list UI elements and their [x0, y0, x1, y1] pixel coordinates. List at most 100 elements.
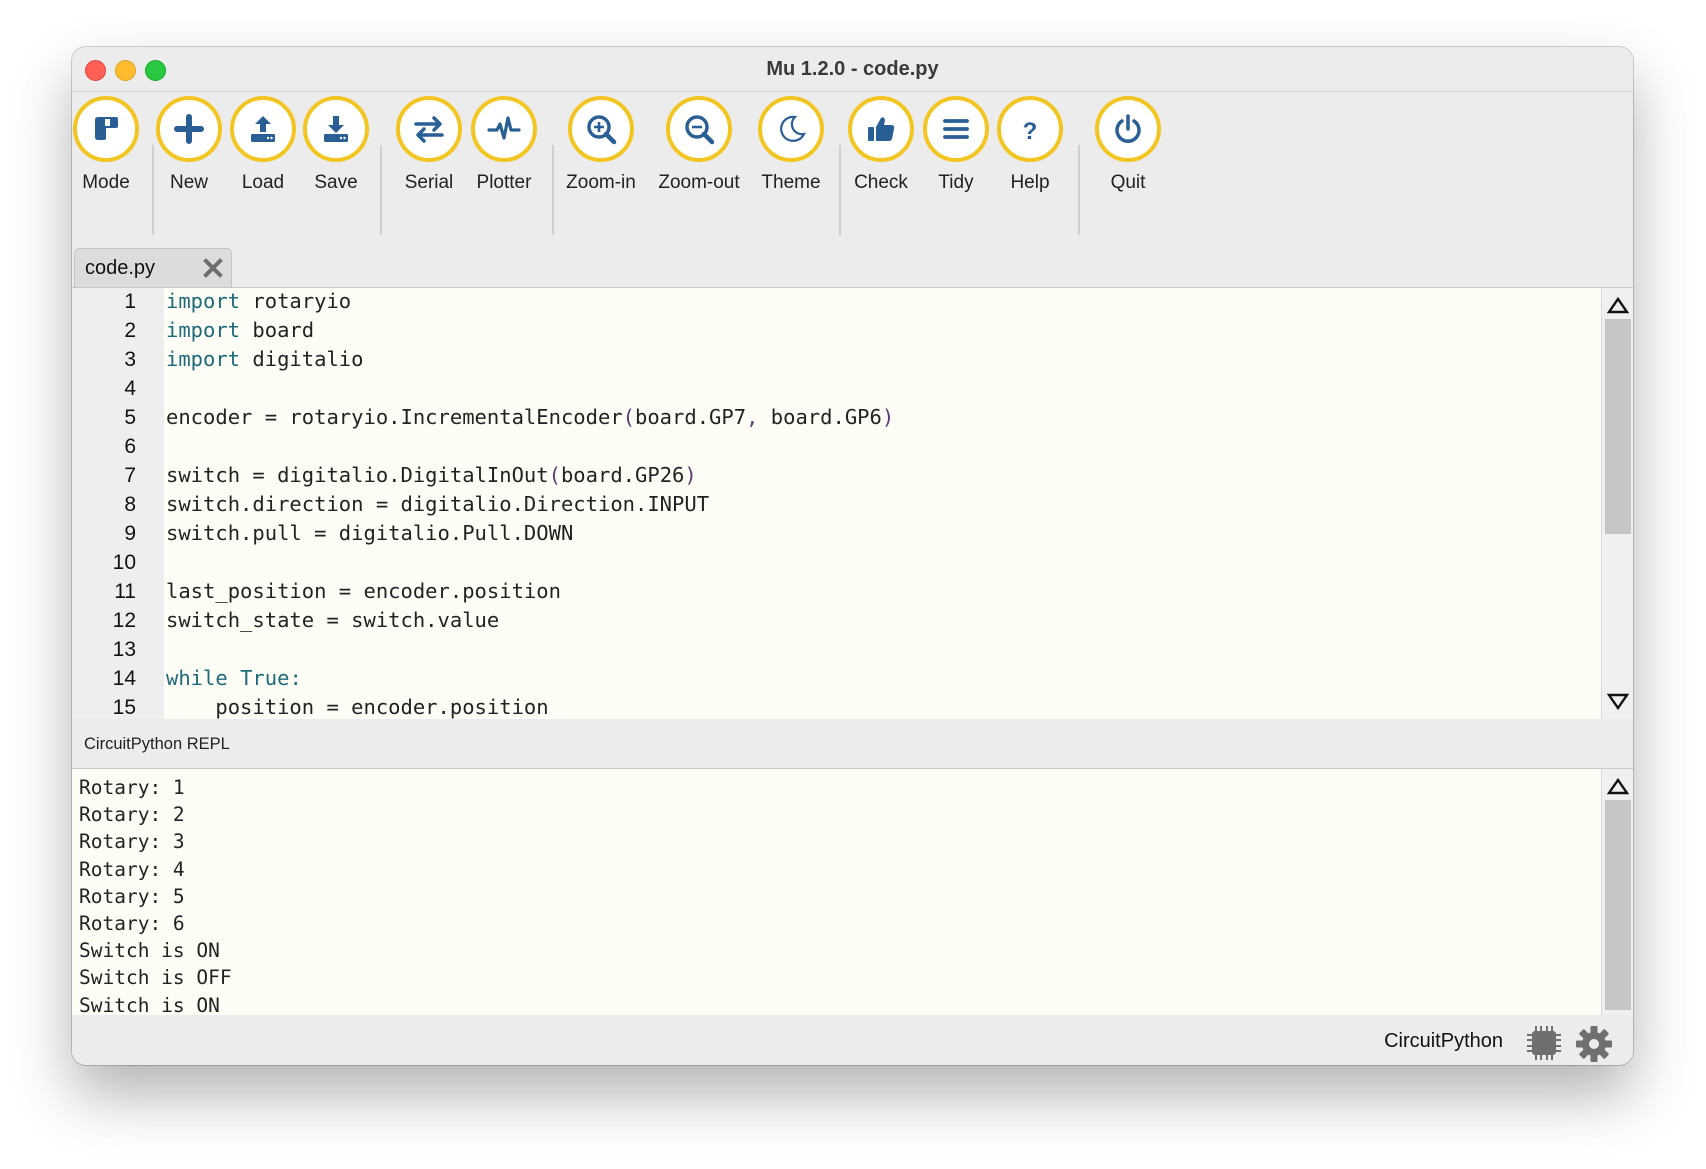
tab-code-py[interactable]: code.py [74, 248, 232, 287]
code-token: ( [622, 405, 635, 429]
code-token: switch_state = switch.value [166, 608, 500, 632]
repl-line: Switch is ON [79, 939, 220, 963]
help-button[interactable]: ? Help [981, 96, 1079, 194]
status-bar: CircuitPython [72, 1015, 1633, 1065]
code-line: import board [166, 316, 314, 345]
mode-indicator[interactable]: CircuitPython [1384, 1030, 1503, 1053]
title-bar: Mu 1.2.0 - code.py [72, 47, 1633, 92]
theme-label: Theme [761, 172, 821, 193]
line-number: 5 [124, 406, 136, 429]
code-token: switch.direction = digitalio.Direction.I… [166, 492, 710, 516]
code-line: switch_state = switch.value [166, 606, 499, 635]
code-token: switch.pull = digitalio.Pull.DOWN [166, 521, 574, 545]
repl-line: Rotary: 2 [79, 803, 185, 827]
lines-icon [943, 119, 969, 139]
editor-scroll-thumb[interactable] [1605, 319, 1631, 534]
line-number: 8 [124, 493, 136, 516]
theme-button[interactable]: Theme [742, 96, 840, 194]
mode-icon [95, 117, 118, 140]
repl-line: Rotary: 6 [79, 912, 185, 935]
quit-button[interactable]: Quit [1079, 96, 1177, 194]
plotter-button[interactable]: Plotter [455, 96, 553, 194]
check-circle [848, 96, 914, 162]
svg-text:?: ? [1023, 118, 1038, 145]
repl-line: Rotary: 1 [79, 776, 185, 799]
code-line: encoder = rotaryio.IncrementalEncoder(bo… [166, 403, 894, 432]
help-circle: ? [997, 96, 1063, 162]
line-number: 1 [124, 290, 136, 313]
repl-line: Switch is OFF [79, 966, 232, 990]
upload-icon [251, 116, 275, 142]
repl-title: CircuitPython REPL [84, 735, 230, 753]
repl-line: Rotary: 4 [79, 857, 185, 881]
line-number: 10 [112, 551, 136, 574]
code-token: True [240, 666, 290, 690]
swap-arrows-icon [414, 116, 444, 143]
zoom-in-button[interactable]: Zoom-in [552, 96, 650, 194]
mode-circle [73, 96, 139, 162]
line-number: 7 [124, 464, 136, 487]
repl-scroll-thumb[interactable] [1605, 800, 1631, 1010]
tab-label: code.py [85, 257, 156, 279]
code-editor[interactable]: 1 2 3 4 5 6 7 8 9 10 11 12 13 14 15 import rotaryio imp… [72, 287, 1633, 720]
pulse-icon [487, 116, 521, 140]
code-token: rotaryio [240, 289, 352, 313]
code-token: import [166, 347, 241, 371]
code-line: import digitalio [166, 345, 363, 374]
quit-circle [1095, 96, 1161, 162]
code-token: last_position = encoder.position [166, 579, 561, 603]
scroll-down-icon[interactable] [1606, 692, 1630, 712]
save-button[interactable]: Save [287, 96, 385, 194]
line-number-gutter: 1 2 3 4 5 6 7 8 9 10 11 12 13 14 15 [72, 288, 164, 719]
close-icon[interactable] [203, 258, 223, 278]
zoom-out-button[interactable]: Zoom-out [650, 96, 748, 194]
code-line: switch.pull = digitalio.Pull.DOWN [166, 519, 573, 548]
chip-icon[interactable] [1526, 1025, 1562, 1061]
toolbar-separator [152, 145, 154, 235]
zoom-in-label: Zoom-in [566, 172, 636, 193]
gear-icon[interactable] [1575, 1025, 1613, 1063]
code-token: board [240, 318, 315, 342]
code-token: import [166, 318, 241, 342]
line-number: 9 [124, 522, 136, 545]
repl-header: CircuitPython REPL [72, 719, 1633, 768]
zoom-in-circle [568, 96, 634, 162]
zoom-in-icon [587, 115, 617, 145]
theme-circle [758, 96, 824, 162]
new-circle [156, 96, 222, 162]
line-number: 11 [114, 580, 136, 603]
repl-line: Rotary: 5 [79, 884, 185, 908]
code-token: ( [548, 463, 561, 487]
code-line: switch = digitalio.DigitalInOut(board.GP… [166, 461, 697, 490]
code-line: last_position = encoder.position [166, 577, 561, 606]
code-token: encoder = rotaryio.IncrementalEncoder [166, 405, 623, 429]
toolbar-separator [380, 145, 382, 235]
repl-line: Rotary: 3 [79, 830, 185, 854]
tidy-circle [923, 96, 989, 162]
help-label: Help [1010, 172, 1050, 193]
plus-icon [174, 114, 204, 144]
question-icon: ? [1023, 118, 1038, 145]
code-token: ) [684, 463, 697, 487]
line-number: 4 [124, 377, 136, 400]
plotter-label: Plotter [476, 172, 532, 193]
code-token: while [166, 666, 228, 690]
line-number: 3 [124, 348, 136, 371]
toolbar-separator [1078, 145, 1080, 235]
code-token: ) [881, 405, 895, 429]
scroll-up-icon[interactable] [1606, 776, 1630, 796]
scroll-up-icon[interactable] [1606, 295, 1630, 315]
line-number: 12 [112, 609, 136, 632]
code-token: position = encoder.position [166, 695, 549, 719]
editor-scrollbar[interactable] [1601, 288, 1633, 719]
code-token: board.GP7 [635, 405, 747, 429]
line-number: 15 [112, 696, 136, 719]
download-icon [324, 116, 348, 142]
line-number: 6 [124, 435, 136, 458]
moon-icon [780, 115, 806, 142]
code-token: import [166, 289, 241, 313]
line-number: 2 [124, 319, 136, 342]
save-label: Save [314, 172, 358, 193]
zoom-out-icon [685, 115, 715, 145]
